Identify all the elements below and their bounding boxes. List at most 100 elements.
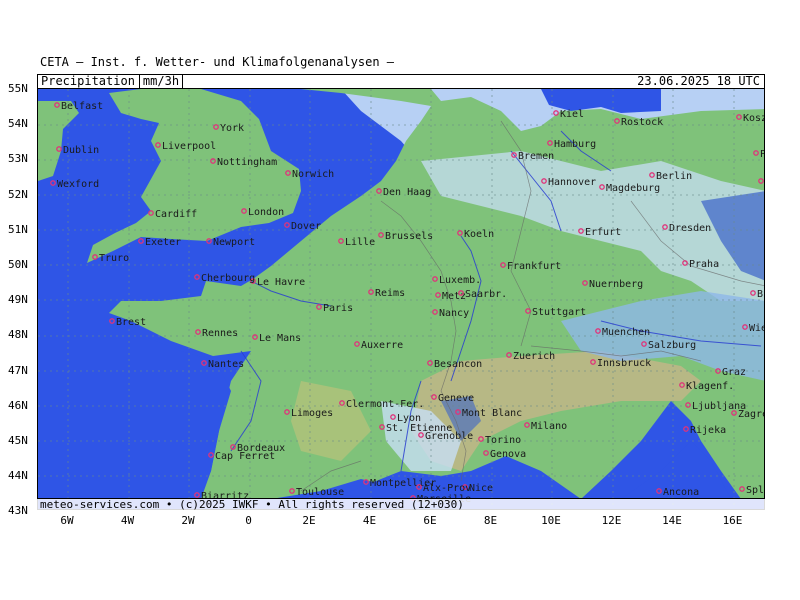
city-label: Dresden [669, 223, 711, 234]
city-label: Koszalin [743, 113, 765, 124]
city-alx-prov: Alx-Prov [416, 483, 471, 494]
city-toulouse: Toulouse [289, 487, 344, 498]
lon-tick-label: 4E [362, 514, 377, 527]
city-koszalin: Koszalin [736, 113, 765, 124]
city-label: Salzburg [648, 340, 696, 351]
city-marker [285, 170, 291, 176]
city-zuerich: Zuerich [506, 351, 555, 362]
city-metz: Metz [435, 291, 466, 302]
valid-time: 23.06.2025 18 UTC [637, 74, 760, 88]
city-dover: Dover [284, 221, 321, 232]
city-marker [194, 274, 200, 280]
city-marker [753, 150, 759, 156]
city-marker [742, 324, 748, 330]
city-label: Nancy [439, 308, 469, 319]
lon-tick-label: 4W [120, 514, 135, 527]
city-cardiff: Cardiff [148, 209, 197, 220]
lon-tick-label: 16E [722, 514, 743, 527]
city-hannover: Hannover [541, 177, 596, 188]
city-marker [547, 140, 553, 146]
city-kiel: Kiel [553, 109, 584, 120]
city-marker [195, 329, 201, 335]
city-marker [379, 424, 385, 430]
city-label: Rennes [202, 328, 238, 339]
city-label: Limoges [291, 408, 333, 419]
city-label: Zagreb [738, 409, 765, 420]
city-label: Wexford [57, 179, 99, 190]
city-marker [213, 124, 219, 130]
city-label: Nottingham [217, 157, 277, 168]
lat-tick-label: 51N [8, 222, 28, 236]
city-marker [578, 228, 584, 234]
city-marker [662, 224, 668, 230]
city-label: Dover [291, 221, 321, 232]
city-marker [682, 260, 688, 266]
city-label: Lille [345, 237, 375, 248]
city-label: Besancon [434, 359, 482, 370]
city-marker [525, 308, 531, 314]
city-marker [435, 292, 441, 298]
city-marker [155, 142, 161, 148]
city-label: Split [746, 485, 765, 496]
copyright-footer: meteo-services.com • (c)2025 IWKF • All … [37, 498, 765, 511]
city-praha: Praha [682, 259, 719, 270]
city-wexford: Wexford [50, 179, 99, 190]
city-cap-ferret: Cap Ferret [208, 451, 275, 462]
city-besancon: Besancon [427, 359, 482, 370]
city-marker [506, 352, 512, 358]
city-marker [541, 178, 547, 184]
city-york: York [213, 123, 244, 134]
city-label: Praha [689, 259, 719, 270]
city-label: Cherbourg [201, 273, 255, 284]
city-marker [148, 210, 154, 216]
city-marker [649, 172, 655, 178]
city-saarbr-: Saarbr. [458, 289, 507, 300]
city-luxemb-: Luxemb. [432, 275, 481, 286]
city-nantes: Nantes [201, 359, 244, 370]
city-le-mans: Le Mans [252, 333, 301, 344]
lat-tick-label: 55N [8, 82, 28, 95]
city-marker [641, 341, 647, 347]
city-label: Luxemb. [439, 275, 481, 286]
city-marker [457, 230, 463, 236]
city-label: York [220, 123, 244, 134]
city-marker [524, 422, 530, 428]
city-marker [390, 414, 396, 420]
city-label: Nuernberg [589, 279, 643, 290]
lat-tick-label: 47N [8, 363, 28, 377]
lon-tick-label: 2E [302, 514, 316, 527]
city-marker [715, 368, 721, 374]
city-marker [683, 426, 689, 432]
city-label: Paris [323, 303, 353, 314]
city-paris: Paris [316, 303, 353, 314]
city-label: Brest [116, 317, 146, 328]
city-marker [656, 488, 662, 494]
city-marker [511, 152, 517, 158]
city-label: Frankfurt [507, 261, 561, 272]
city-label: Stuttgart [532, 307, 586, 318]
lon-tick-label: 6W [60, 514, 74, 527]
city-lille: Lille [338, 237, 375, 248]
city-klagenf-: Klagenf. [679, 381, 734, 392]
city-label: Hannover [548, 177, 596, 188]
city-label: Saarbr. [465, 289, 507, 300]
city-label: Reims [375, 288, 405, 299]
city-exeter: Exeter [138, 237, 181, 248]
city-marker [376, 188, 382, 194]
city-label: Rostock [621, 117, 663, 128]
city-label: Ancona [663, 487, 699, 498]
city-label: Alx-Prov [423, 483, 471, 494]
lat-tick-label: 49N [8, 293, 28, 307]
city-label: Magdeburg [606, 183, 660, 194]
city-marker [500, 262, 506, 268]
city-stuttgart: Stuttgart [525, 307, 586, 318]
city-label: Brno [757, 289, 765, 300]
city-marker [758, 178, 764, 184]
city-label: Le Havre [257, 277, 305, 288]
city-torino: Torino [478, 435, 521, 446]
city-dresden: Dresden [662, 223, 711, 234]
city-muenchen: Muenchen [595, 327, 650, 338]
lon-tick-label: 0 [245, 514, 252, 527]
city-graz: Graz [715, 367, 746, 378]
city-marker [431, 394, 437, 400]
